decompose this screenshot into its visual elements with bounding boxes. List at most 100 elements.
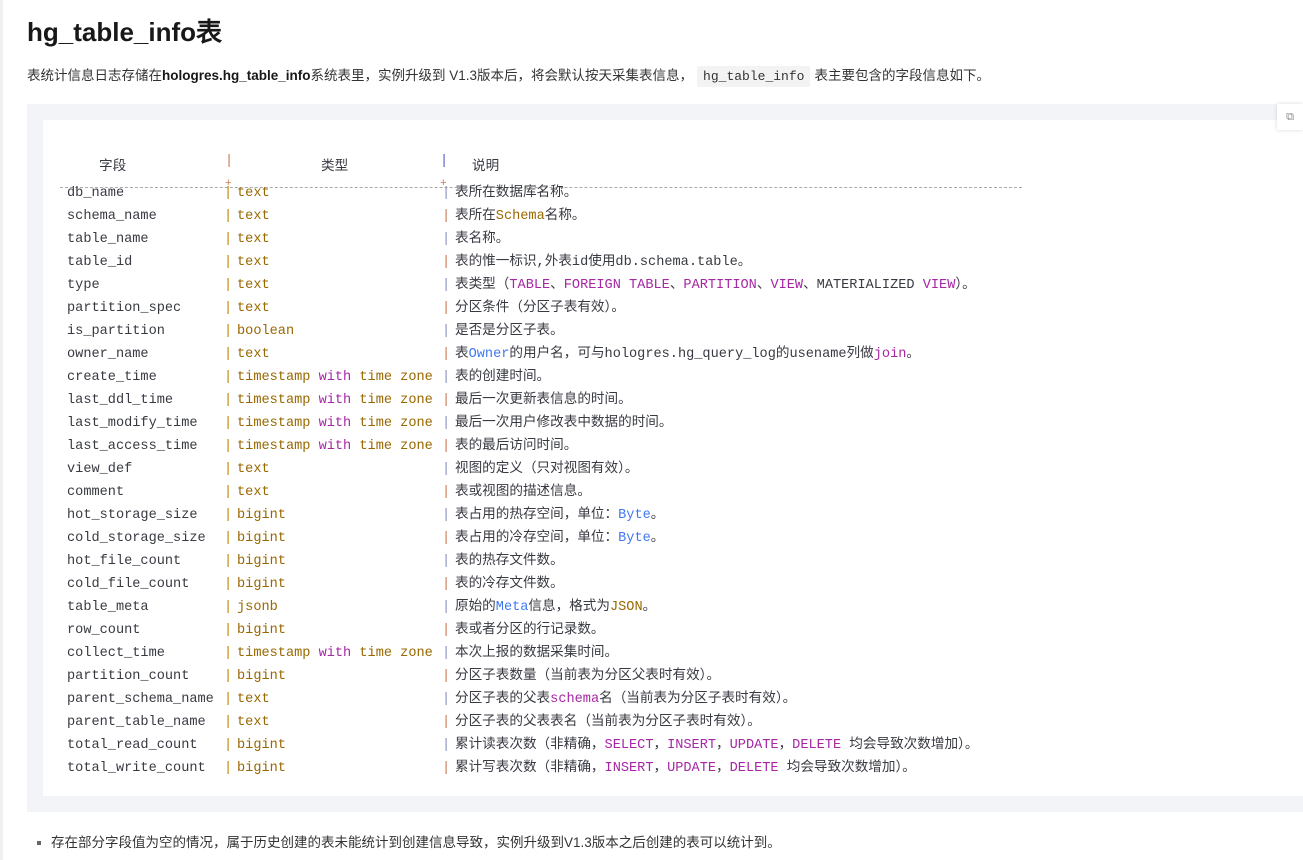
column-separator: | bbox=[224, 554, 233, 569]
column-separator: | bbox=[442, 439, 451, 454]
column-separator: | bbox=[224, 232, 233, 247]
field-name: parent_schema_name bbox=[67, 692, 214, 707]
description-segment: 是否是分区子表。 bbox=[455, 324, 564, 339]
field-type: bigint bbox=[237, 738, 286, 753]
description-segment: ， bbox=[716, 738, 730, 753]
description-segment: DELETE bbox=[729, 761, 779, 776]
bullet-icon bbox=[37, 841, 41, 846]
column-separator: | bbox=[442, 531, 451, 546]
left-border bbox=[0, 0, 3, 860]
field-description: 表类型（TABLE、FOREIGN TABLE、PARTITION、VIEW、M… bbox=[455, 274, 976, 297]
field-type: text bbox=[237, 301, 270, 316]
column-separator: | bbox=[224, 370, 233, 385]
description-segment: PARTITION bbox=[683, 278, 757, 293]
description-segment: 。 bbox=[650, 508, 665, 523]
description-segment: 、 bbox=[550, 278, 564, 293]
header-sep: | bbox=[440, 154, 449, 169]
column-separator: | bbox=[224, 577, 233, 592]
intro-text-2: 系统表里，实例升级到 V1.3版本后，将会默认按天采集表信息， bbox=[310, 68, 694, 83]
field-name: cold_storage_size bbox=[67, 531, 206, 546]
description-segment: JSON bbox=[609, 600, 643, 615]
description-segment: 表所在 bbox=[455, 209, 496, 224]
description-segment: ， bbox=[653, 761, 668, 776]
field-name: schema_name bbox=[67, 209, 157, 224]
description-segment: 表占用的热存空间，单位： bbox=[455, 508, 619, 523]
description-segment: VIEW bbox=[922, 278, 956, 293]
field-name: table_meta bbox=[67, 600, 149, 615]
description-segment: 表 bbox=[455, 347, 469, 362]
note-item: 存在部分字段值为空的情况，属于历史创建的表未能统计到创建信息导致，实例升级到V1… bbox=[37, 831, 781, 851]
column-separator: | bbox=[442, 324, 451, 339]
description-segment: 最后一次更新表信息的时间。 bbox=[455, 393, 632, 408]
description-segment: 、 bbox=[756, 278, 771, 293]
copy-icon: ⧉ bbox=[1286, 110, 1294, 123]
field-type: timestamp with time zone bbox=[237, 370, 433, 385]
description-segment: 原始的 bbox=[455, 600, 496, 615]
header-type: 类型 bbox=[321, 160, 349, 175]
column-separator: | bbox=[442, 232, 451, 247]
field-name: total_write_count bbox=[67, 761, 206, 776]
description-segment: 表占用的冷存空间，单位： bbox=[455, 531, 619, 546]
field-description: 原始的Meta信息，格式为JSON。 bbox=[455, 596, 656, 619]
description-segment: SELECT bbox=[604, 738, 654, 753]
field-type: timestamp with time zone bbox=[237, 646, 433, 661]
column-separator: | bbox=[442, 278, 451, 293]
field-description: 表的最后访问时间。 bbox=[455, 435, 577, 458]
field-description: 本次上报的数据采集时间。 bbox=[455, 642, 618, 665]
description-segment: ， bbox=[716, 761, 730, 776]
field-name: collect_time bbox=[67, 646, 165, 661]
field-description: 表或者分区的行记录数。 bbox=[455, 619, 605, 642]
column-separator: | bbox=[224, 278, 233, 293]
column-separator: | bbox=[224, 761, 233, 776]
description-segment: 。 bbox=[906, 347, 920, 362]
column-separator: | bbox=[224, 439, 233, 454]
code-content[interactable]: 字段 | 类型 | 说明 + + db_name | text | 表所在数据库名称。 s… bbox=[43, 120, 1303, 796]
description-segment: 。 bbox=[650, 531, 665, 546]
intro-inline-code: hg_table_info bbox=[697, 66, 811, 87]
description-segment: 表的冷存文件数。 bbox=[455, 577, 564, 592]
description-segment: 表名称。 bbox=[455, 232, 510, 247]
description-segment: 信息，格式为 bbox=[528, 600, 610, 615]
field-type: text bbox=[237, 347, 270, 362]
field-description: 分区子表的父表表名（当前表为分区子表时有效）。 bbox=[455, 711, 761, 734]
column-separator: | bbox=[224, 347, 233, 362]
column-separator: | bbox=[224, 692, 233, 707]
field-description: 表所在数据库名称。 bbox=[455, 182, 577, 205]
description-segment: 表的创建时间。 bbox=[455, 370, 551, 385]
field-name: hot_storage_size bbox=[67, 508, 198, 523]
description-segment: 视图的定义（只对视图有效）。 bbox=[455, 462, 639, 477]
column-separator: | bbox=[442, 600, 451, 615]
column-separator: | bbox=[224, 508, 233, 523]
field-description: 表的热存文件数。 bbox=[455, 550, 564, 573]
field-description: 表的惟一标识,外表id使用db.schema.table。 bbox=[455, 251, 751, 274]
description-segment: 表的最后访问时间。 bbox=[455, 439, 578, 454]
column-separator: | bbox=[442, 301, 451, 316]
description-segment: 。 bbox=[642, 600, 657, 615]
description-segment: 、MATERIALIZED bbox=[803, 278, 923, 293]
field-type: jsonb bbox=[237, 600, 278, 615]
note-text: 存在部分字段值为空的情况，属于历史创建的表未能统计到创建信息导致，实例升级到V1… bbox=[51, 835, 781, 850]
copy-button[interactable]: ⧉ bbox=[1277, 104, 1303, 130]
field-description: 累计写表次数（非精确，INSERT，UPDATE，DELETE 均会导致次数增加… bbox=[455, 757, 916, 780]
field-name: cold_file_count bbox=[67, 577, 190, 592]
field-type: text bbox=[237, 186, 270, 201]
description-segment: 均会导致次数增加）。 bbox=[841, 738, 979, 753]
column-separator: | bbox=[442, 209, 451, 224]
description-segment: Byte bbox=[618, 531, 651, 546]
description-segment: 表或者分区的行记录数。 bbox=[455, 623, 605, 638]
description-segment: ）。 bbox=[955, 278, 976, 293]
description-segment: Schema bbox=[495, 209, 545, 224]
code-block: 字段 | 类型 | 说明 + + db_name | text | 表所在数据库名称。 s… bbox=[27, 104, 1303, 812]
field-description: 分区条件（分区子表有效）。 bbox=[455, 297, 625, 320]
description-segment: 本次上报的数据采集时间。 bbox=[455, 646, 619, 661]
field-name: parent_table_name bbox=[67, 715, 206, 730]
field-name: last_access_time bbox=[67, 439, 198, 454]
field-name: table_id bbox=[67, 255, 133, 270]
field-description: 是否是分区子表。 bbox=[455, 320, 564, 343]
field-name: create_time bbox=[67, 370, 157, 385]
field-name: last_modify_time bbox=[67, 416, 198, 431]
field-description: 表Owner的用户名，可与hologres.hg_query_log的usena… bbox=[455, 343, 920, 366]
column-separator: | bbox=[442, 255, 451, 270]
column-separator: | bbox=[442, 577, 451, 592]
description-segment: 分区子表的父表表名（当前表为分区子表时有效）。 bbox=[455, 715, 761, 730]
